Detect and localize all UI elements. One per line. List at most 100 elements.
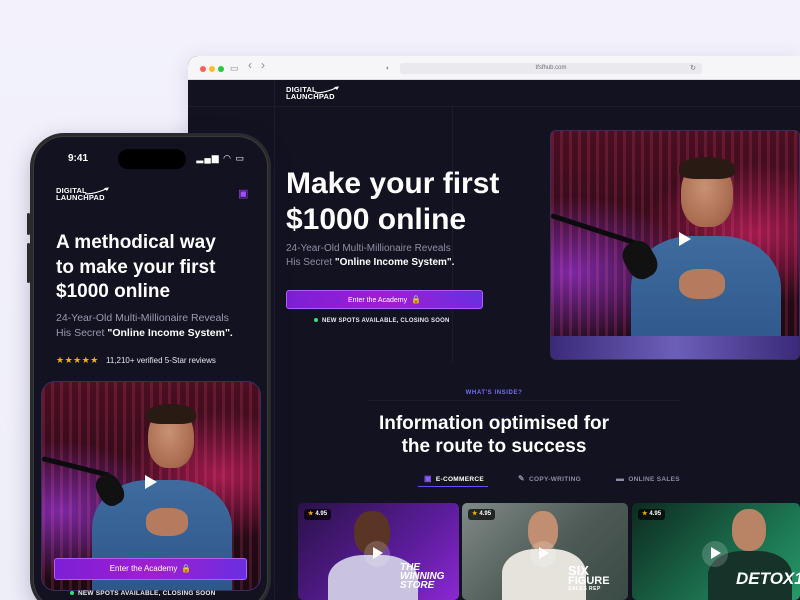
hero-title-line-2: $1000 online bbox=[286, 203, 467, 236]
course-card-winning-store[interactable]: ★ 4.95 THE WINNING STORE bbox=[298, 503, 459, 600]
detox-logo: DETOX1 bbox=[736, 569, 800, 588]
phone-hero-title: A methodical way to make your first $100… bbox=[56, 231, 256, 305]
title-line: to make your first bbox=[56, 256, 216, 278]
hero-title-line-1: Make your first bbox=[286, 167, 500, 200]
rating-badge: ★ 4.95 bbox=[304, 509, 332, 520]
divider bbox=[274, 80, 275, 600]
play-icon[interactable] bbox=[679, 232, 691, 246]
back-icon[interactable]: ‹ bbox=[248, 59, 252, 71]
status-time: 9:41 bbox=[68, 153, 89, 164]
rating-badge: ★ 4.95 bbox=[468, 509, 496, 520]
tab-online-sales[interactable]: ▬ ONLINE SALES bbox=[616, 474, 680, 483]
rating-stars-icon: ★★★★★ bbox=[56, 355, 99, 365]
status-icons: ▂▄▆ ◠ ▭ bbox=[196, 153, 245, 163]
maximize-window-button[interactable] bbox=[218, 66, 224, 72]
browser-window: ▭ ‹ › ◐ tfsfhub.com ↻ DIGITAL LAUNCHPAD … bbox=[188, 56, 800, 600]
title-line: A methodical way bbox=[56, 232, 216, 253]
course-tabs: ▣ E-COMMERCE ✎ COPY-WRITING ▬ ONLINE SALES bbox=[188, 474, 800, 492]
divider bbox=[368, 400, 680, 401]
volume-up-button bbox=[27, 213, 30, 235]
section-title: Information optimised for the route to s… bbox=[188, 412, 800, 458]
bag-icon: ▣ bbox=[424, 474, 432, 483]
hero-subtitle: 24-Year-Old Multi-Millionaire Reveals Hi… bbox=[286, 242, 526, 270]
lock-icon: 🔒 bbox=[411, 295, 422, 304]
subtitle-text: His Secret bbox=[286, 257, 335, 268]
rating-value: 4.95 bbox=[479, 511, 492, 517]
subtitle-text: His Secret bbox=[56, 327, 108, 339]
rating-value: 4.95 bbox=[649, 511, 662, 517]
spots-notice: NEW SPOTS AVAILABLE, CLOSING SOON bbox=[70, 590, 216, 597]
sidebar-icon[interactable]: ▭ bbox=[230, 62, 239, 74]
spots-text: NEW SPOTS AVAILABLE, CLOSING SOON bbox=[322, 318, 450, 324]
url-text: tfsfhub.com bbox=[535, 65, 567, 71]
play-icon bbox=[373, 547, 383, 559]
presenter-head bbox=[732, 509, 766, 551]
divider bbox=[188, 106, 800, 107]
course-card-detox[interactable]: ★4.95 DETOX1 bbox=[632, 503, 800, 600]
rating-badge: ★ 4.95 bbox=[638, 509, 666, 520]
enter-academy-button[interactable]: Enter the Academy 🔒 bbox=[54, 558, 247, 580]
presenter-hands bbox=[146, 508, 188, 536]
close-window-button[interactable] bbox=[200, 66, 206, 72]
phone-frame: 9:41 ▂▄▆ ◠ ▭ DIGITAL LAUNCHPAD ▣ A metho… bbox=[27, 133, 271, 600]
brand-line: SALES REP bbox=[568, 585, 601, 592]
hero-subtitle-line-1: 24-Year-Old Multi-Millionaire Reveals bbox=[286, 243, 451, 254]
enter-academy-button[interactable]: Enter the Academy 🔒 bbox=[286, 290, 483, 309]
hero-video[interactable] bbox=[550, 130, 800, 360]
rating-value: 4.95 bbox=[315, 511, 328, 517]
browser-toolbar: ▭ ‹ › ◐ tfsfhub.com ↻ bbox=[188, 56, 800, 80]
whats-inside-label: WHAT'S INSIDE? bbox=[465, 390, 523, 396]
card-icon: ▬ bbox=[616, 474, 625, 483]
reload-icon[interactable]: ↻ bbox=[690, 63, 696, 74]
play-icon bbox=[539, 547, 549, 559]
minimize-window-button[interactable] bbox=[209, 66, 215, 72]
address-bar[interactable]: tfsfhub.com ↻ bbox=[400, 63, 702, 74]
subtitle-emphasis: "Online Income System". bbox=[107, 327, 233, 339]
privacy-shield-icon[interactable]: ◐ bbox=[386, 63, 390, 75]
hero-subtitle-line-2: His Secret "Online Income System". bbox=[286, 256, 526, 270]
presenter-hair bbox=[679, 157, 735, 179]
brand-line: 1 bbox=[794, 569, 800, 588]
star-icon: ★ bbox=[642, 511, 648, 517]
star-icon: ★ bbox=[308, 511, 314, 517]
six-figure-logo: SIX FIGURE SALES REP bbox=[568, 564, 610, 592]
bag-icon[interactable]: ▣ bbox=[238, 187, 248, 200]
subtitle-line: 24-Year-Old Multi-Millionaire Reveals bbox=[56, 312, 229, 324]
play-icon bbox=[711, 547, 721, 559]
phone-hero-subtitle: 24-Year-Old Multi-Millionaire Reveals Hi… bbox=[56, 311, 256, 341]
tab-e-commerce[interactable]: ▣ E-COMMERCE bbox=[424, 474, 484, 483]
brand-line: STORE bbox=[400, 580, 435, 591]
website: DIGITAL LAUNCHPAD Make your first $1000 … bbox=[188, 80, 800, 600]
tab-label: E-COMMERCE bbox=[435, 476, 484, 483]
spots-text: NEW SPOTS AVAILABLE, CLOSING SOON bbox=[78, 590, 216, 597]
star-icon: ★ bbox=[472, 511, 478, 517]
section-title-line-1: Information optimised for bbox=[378, 413, 610, 434]
digital-launchpad-logo[interactable]: DIGITAL LAUNCHPAD bbox=[286, 86, 339, 102]
volume-down-button bbox=[27, 243, 30, 283]
presenter-hair bbox=[146, 404, 196, 424]
logo-line-2: LAUNCHPAD bbox=[56, 193, 105, 203]
title-line: $1000 online bbox=[56, 281, 171, 302]
winning-store-logo: THE WINNING STORE bbox=[400, 563, 444, 591]
desk bbox=[551, 336, 799, 359]
green-dot-icon bbox=[70, 591, 74, 596]
digital-launchpad-logo[interactable]: DIGITAL LAUNCHPAD bbox=[56, 187, 109, 203]
phone-screen: 9:41 ▂▄▆ ◠ ▭ DIGITAL LAUNCHPAD ▣ A metho… bbox=[33, 136, 268, 600]
brand-line: DETOX bbox=[736, 569, 795, 588]
tab-label: ONLINE SALES bbox=[628, 476, 680, 483]
rocket-swoosh-icon bbox=[84, 187, 109, 195]
dynamic-island bbox=[118, 149, 186, 169]
subtitle-line: His Secret "Online Income System". bbox=[56, 326, 256, 341]
play-icon[interactable] bbox=[145, 475, 157, 489]
logo-line-2: LAUNCHPAD bbox=[286, 92, 335, 102]
pen-icon: ✎ bbox=[518, 474, 526, 483]
rocket-swoosh-icon bbox=[314, 86, 339, 94]
section-title-line-2: the route to success bbox=[401, 436, 587, 457]
spots-notice: NEW SPOTS AVAILABLE, CLOSING SOON bbox=[314, 318, 450, 324]
tab-copy-writing[interactable]: ✎ COPY-WRITING bbox=[518, 474, 581, 483]
cta-label: Enter the Academy bbox=[347, 297, 408, 304]
forward-icon[interactable]: › bbox=[261, 59, 265, 71]
course-card-six-figure-sales-rep[interactable]: ★ 4.95 SIX FIGURE SALES REP bbox=[462, 503, 628, 600]
tab-label: COPY-WRITING bbox=[529, 476, 582, 483]
reviews-count: 11,210+ verified 5-Star reviews bbox=[106, 356, 216, 365]
